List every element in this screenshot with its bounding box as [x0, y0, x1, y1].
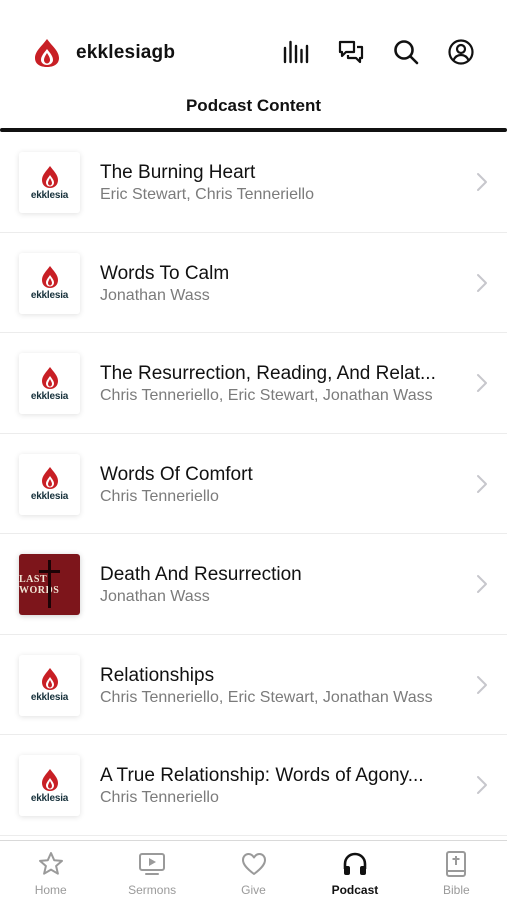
- podcast-title: Relationships: [100, 664, 215, 686]
- chevron-right-icon: [477, 776, 487, 794]
- artwork-label: ekklesia: [30, 792, 69, 804]
- chat-icon[interactable]: [337, 36, 365, 68]
- app-header: ekklesiagb Podcast Content: [0, 0, 507, 132]
- podcast-title: The Burning Heart: [100, 162, 256, 183]
- artwork-label: ekklesia: [30, 290, 69, 301]
- podcast-row[interactable]: ekklesia The Resurrection, Reading, And …: [0, 333, 507, 434]
- flame-icon: [41, 467, 58, 489]
- artwork-label: ekklesia: [30, 692, 69, 703]
- podcast-artwork: ekklesia: [19, 654, 80, 716]
- tab-label: Bible: [442, 883, 470, 897]
- podcast-text: Words To Calm Jonathan Wass: [100, 262, 462, 306]
- chevron-right-icon: [477, 273, 487, 292]
- heart-icon: [241, 853, 266, 875]
- tab-bible[interactable]: Bible: [406, 841, 507, 900]
- podcast-text: The Resurrection, Reading, And Relat... …: [100, 362, 462, 406]
- flame-icon: [41, 366, 58, 389]
- podcast-title: Words To Calm: [100, 262, 230, 284]
- chevron-right-icon: [477, 675, 487, 694]
- flame-icon: [41, 266, 58, 288]
- play-screen-icon: [139, 853, 166, 875]
- podcast-authors: Chris Tenneriello: [100, 789, 219, 806]
- chevron-right-icon: [477, 474, 487, 493]
- podcast-title: The Resurrection, Reading, And Relat...: [100, 363, 436, 384]
- headphones-icon: [343, 852, 367, 875]
- brand-name: ekklesiagb: [76, 42, 176, 63]
- cross-shape: [48, 560, 51, 608]
- podcast-text: A True Relationship: Words of Agony... C…: [100, 764, 462, 808]
- podcast-text: The Burning Heart Eric Stewart, Chris Te…: [100, 161, 462, 205]
- podcast-artwork: ekklesia: [19, 252, 80, 314]
- tab-sermons[interactable]: Sermons: [101, 841, 202, 900]
- podcast-row[interactable]: ekklesia Words Of Comfort Chris Tennerie…: [0, 433, 507, 534]
- tab-give[interactable]: Give: [203, 841, 304, 900]
- tab-bar: Home Sermons Give Podcast Bible: [0, 840, 507, 900]
- bars-icon[interactable]: [282, 36, 310, 68]
- podcast-row[interactable]: ekklesia The Burning Heart Eric Stewart,…: [0, 132, 507, 233]
- tab-label: Sermons: [128, 883, 177, 897]
- header-actions: [282, 36, 475, 68]
- podcast-artwork: ekklesia: [19, 353, 80, 414]
- podcast-authors: Jonathan Wass: [100, 588, 210, 605]
- tab-home[interactable]: Home: [0, 841, 101, 900]
- cross-bar-shape: [39, 570, 60, 573]
- artwork-label: ekklesia: [30, 189, 69, 201]
- bible-icon: [446, 851, 467, 877]
- podcast-artwork: ekklesia: [19, 453, 80, 515]
- flame-icon: [41, 768, 58, 791]
- podcast-authors: Chris Tenneriello, Eric Stewart, Jonatha…: [100, 387, 433, 404]
- tab-label: Home: [34, 883, 67, 897]
- podcast-authors: Eric Stewart, Chris Tenneriello: [100, 186, 315, 203]
- podcast-title: Words Of Comfort: [100, 463, 253, 485]
- tab-label: Podcast: [331, 883, 379, 897]
- podcast-artwork: ekklesia: [19, 152, 80, 213]
- artwork-label: ekklesia: [30, 491, 69, 502]
- chevron-right-icon: [477, 374, 487, 392]
- artwork-label: ekklesia: [30, 390, 69, 402]
- chevron-right-icon: [477, 575, 487, 593]
- podcast-artwork: ekklesia: [19, 755, 80, 816]
- podcast-authors: Jonathan Wass: [100, 286, 210, 304]
- podcast-text: Words Of Comfort Chris Tenneriello: [100, 463, 462, 507]
- profile-icon[interactable]: [447, 36, 475, 68]
- podcast-text: Death And Resurrection Jonathan Wass: [100, 563, 462, 607]
- podcast-row[interactable]: ekklesia Relationships Chris Tenneriello…: [0, 634, 507, 735]
- tab-podcast[interactable]: Podcast: [304, 841, 405, 900]
- brand[interactable]: ekklesiagb: [32, 38, 175, 68]
- star-icon: [38, 852, 63, 875]
- podcast-text: Relationships Chris Tenneriello, Eric St…: [100, 664, 462, 708]
- podcast-title: Death And Resurrection: [100, 564, 302, 585]
- flame-icon: [41, 165, 58, 188]
- podcast-authors: Chris Tenneriello: [100, 487, 219, 505]
- flame-icon: [41, 668, 58, 690]
- search-icon[interactable]: [392, 36, 420, 68]
- podcast-authors: Chris Tenneriello, Eric Stewart, Jonatha…: [100, 688, 433, 706]
- flame-logo-icon: [35, 39, 59, 67]
- podcast-list: ekklesia The Burning Heart Eric Stewart,…: [0, 132, 507, 840]
- podcast-title: A True Relationship: Words of Agony...: [100, 765, 424, 786]
- tab-label: Give: [241, 883, 266, 897]
- podcast-artwork: LAST WORDS: [19, 554, 80, 615]
- podcast-row[interactable]: LAST WORDS Death And Resurrection Jonath…: [0, 534, 507, 635]
- podcast-row[interactable]: ekklesia Words To Calm Jonathan Wass: [0, 232, 507, 333]
- chevron-right-icon: [477, 173, 487, 191]
- page-title: Podcast Content: [185, 96, 322, 115]
- podcast-row[interactable]: ekklesia A True Relationship: Words of A…: [0, 735, 507, 836]
